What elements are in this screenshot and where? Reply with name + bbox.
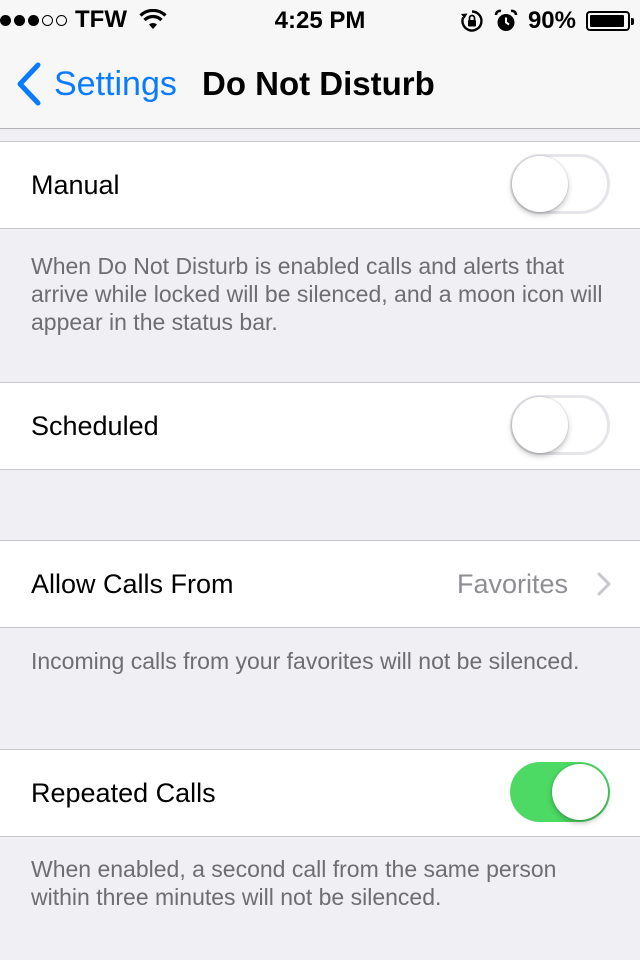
manual-footer: When Do Not Disturb is enabled calls and…: [31, 253, 603, 335]
manual-group: Manual: [0, 141, 640, 229]
repeated-calls-row: Repeated Calls: [0, 750, 640, 836]
repeated-calls-toggle[interactable]: [510, 762, 610, 822]
scheduled-toggle[interactable]: [510, 395, 610, 455]
scheduled-row: Scheduled: [0, 383, 640, 469]
toggle-knob: [552, 764, 608, 820]
battery-percentage: 90%: [527, 7, 576, 34]
chevron-right-icon: [597, 572, 611, 596]
page-title: Do Not Disturb: [202, 65, 435, 102]
back-button-label: Settings: [54, 64, 177, 103]
allow-calls-row[interactable]: Allow Calls From Favorites: [0, 541, 640, 627]
scheduled-label: Scheduled: [31, 411, 159, 441]
allow-calls-group: Allow Calls From Favorites: [0, 540, 640, 628]
alarm-icon: [494, 9, 518, 31]
manual-toggle[interactable]: [510, 154, 610, 214]
repeated-calls-label: Repeated Calls: [31, 778, 216, 808]
toggle-knob: [512, 156, 568, 212]
allow-calls-value: Favorites: [456, 569, 568, 599]
toggle-knob: [512, 397, 568, 453]
repeated-calls-footer: When enabled, a second call from the sam…: [31, 856, 557, 910]
status-bar: TFW 4:25 PM 90%: [0, 0, 640, 40]
manual-row: Manual: [0, 142, 640, 228]
navigation-bar: Settings Do Not Disturb: [0, 40, 640, 129]
scheduled-group: Scheduled: [0, 382, 640, 470]
rotation-lock-icon: [460, 10, 483, 32]
status-bar-right: 90%: [460, 7, 634, 35]
repeated-calls-group: Repeated Calls: [0, 749, 640, 837]
battery-tip: [631, 18, 634, 25]
allow-calls-footer: Incoming calls from your favorites will …: [31, 648, 580, 674]
back-button[interactable]: Settings: [16, 62, 177, 106]
allow-calls-label: Allow Calls From: [31, 569, 234, 599]
manual-label: Manual: [31, 170, 120, 200]
battery-icon: [586, 11, 634, 31]
battery-level: [590, 15, 624, 27]
chevron-left-icon: [17, 62, 41, 106]
